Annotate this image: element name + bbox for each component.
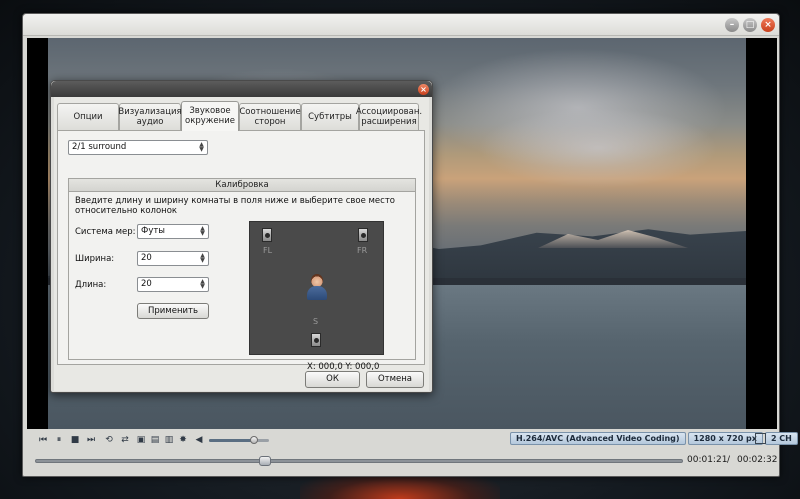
width-value: 20 (141, 253, 152, 263)
seek-bar[interactable] (35, 456, 683, 466)
calibration-instructions: Введите длину и ширину комнаты в поля ни… (75, 196, 395, 216)
time-separator: / (727, 455, 731, 465)
codec-badge: H.264/AVC (Advanced Video Coding) (510, 432, 686, 445)
volume-slider[interactable] (209, 436, 269, 444)
length-label: Длина: (75, 280, 107, 290)
room-map[interactable]: FL FR S (249, 221, 384, 355)
listener-avatar-icon[interactable] (306, 274, 328, 300)
shuffle-icon[interactable]: ⇄ (119, 434, 131, 446)
width-label: Ширина: (75, 254, 115, 264)
playlist-icon[interactable]: ▥ (163, 434, 175, 446)
tab-strip: Опции Визуализация аудио Звуковое окруже… (57, 101, 422, 131)
surround-mode-value: 2/1 surround (72, 142, 127, 152)
units-label: Система мер: (75, 227, 136, 237)
subtitle-icon[interactable]: ▤ (149, 434, 161, 446)
cancel-button[interactable]: Отмена (366, 371, 424, 388)
speaker-fl-label: FL (263, 246, 273, 255)
brightness-icon[interactable]: ✸ (177, 434, 189, 446)
resolution-badge: 1280 x 720 px (687, 432, 763, 445)
apply-button[interactable]: Применить (137, 303, 209, 319)
speaker-fl-icon[interactable] (262, 228, 272, 242)
tab-subtitles[interactable]: Субтитры (301, 103, 359, 131)
length-value: 20 (141, 279, 152, 289)
calibration-header: Калибровка (69, 179, 415, 192)
surround-panel: 2/1 surround ▲ ▼ Калибровка Введите длину… (57, 130, 425, 372)
speaker-s-icon[interactable] (311, 333, 321, 347)
listener-body (307, 286, 327, 300)
fullscreen-icon[interactable] (755, 433, 766, 444)
tab-options[interactable]: Опции (57, 103, 119, 131)
close-button[interactable]: × (761, 18, 775, 32)
snapshot-icon[interactable]: ▣ (135, 434, 147, 446)
dialog-close-button[interactable]: × (418, 84, 429, 95)
maximize-button[interactable]: □ (743, 18, 757, 32)
ok-button[interactable]: ОК (305, 371, 360, 388)
units-value: Футы (141, 226, 166, 236)
settings-dialog: × Опции Визуализация аудио Звуковое окру… (50, 80, 433, 393)
units-select[interactable]: Футы ▲ ▼ (137, 224, 209, 239)
width-input[interactable]: 20 ▲ ▼ (137, 251, 209, 266)
cloud (478, 108, 718, 188)
tab-file-associations[interactable]: Ассоциирован. расширения (356, 103, 422, 131)
seek-knob[interactable] (258, 456, 271, 466)
tab-audio-visualization[interactable]: Визуализация аудио (118, 103, 182, 131)
calibration-group: Калибровка Введите длину и ширину комнат… (68, 178, 416, 372)
next-icon[interactable]: ⏭ (85, 434, 97, 446)
prev-icon[interactable]: ⏮ (37, 434, 49, 446)
stop-icon[interactable]: ■ (69, 434, 81, 446)
total-time: 00:02:32 (737, 455, 778, 465)
speaker-fr-label: FR (357, 246, 368, 255)
tab-surround[interactable]: Звуковое окружение (181, 101, 239, 131)
pause-icon[interactable]: ⏸ (53, 434, 65, 446)
loop-icon[interactable]: ⟲ (103, 434, 115, 446)
spin-arrows-icon[interactable]: ▲ ▼ (198, 253, 207, 264)
minimize-button[interactable]: – (725, 18, 739, 32)
elapsed-time: 00:01:21 (687, 455, 728, 465)
speaker-fr-icon[interactable] (358, 228, 368, 242)
dialog-titlebar[interactable]: × (51, 81, 432, 97)
length-input[interactable]: 20 ▲ ▼ (137, 277, 209, 292)
volume-icon[interactable]: ◀ (193, 434, 205, 446)
side-panel (748, 38, 777, 429)
speaker-s-label: S (313, 317, 319, 326)
surround-mode-select[interactable]: 2/1 surround ▲ ▼ (68, 140, 208, 155)
spin-arrows-icon: ▲ ▼ (199, 141, 204, 153)
spin-arrows-icon[interactable]: ▲ ▼ (198, 279, 207, 290)
volume-fill (209, 439, 254, 442)
tab-aspect-ratio[interactable]: Соотношение сторон (239, 103, 301, 131)
channels-badge: 2 CH (764, 432, 798, 445)
volume-knob[interactable] (250, 436, 258, 444)
spin-arrows-icon: ▲ ▼ (200, 225, 205, 237)
player-titlebar[interactable]: – □ × (23, 14, 779, 36)
dialog-body: Опции Визуализация аудио Звуковое окруже… (54, 97, 429, 391)
control-bar: ⏮ ⏸ ■ ⏭ ⟲ ⇄ ▣ ▤ ▥ ✸ ◀ H.264/AVC (Advance… (27, 431, 800, 475)
